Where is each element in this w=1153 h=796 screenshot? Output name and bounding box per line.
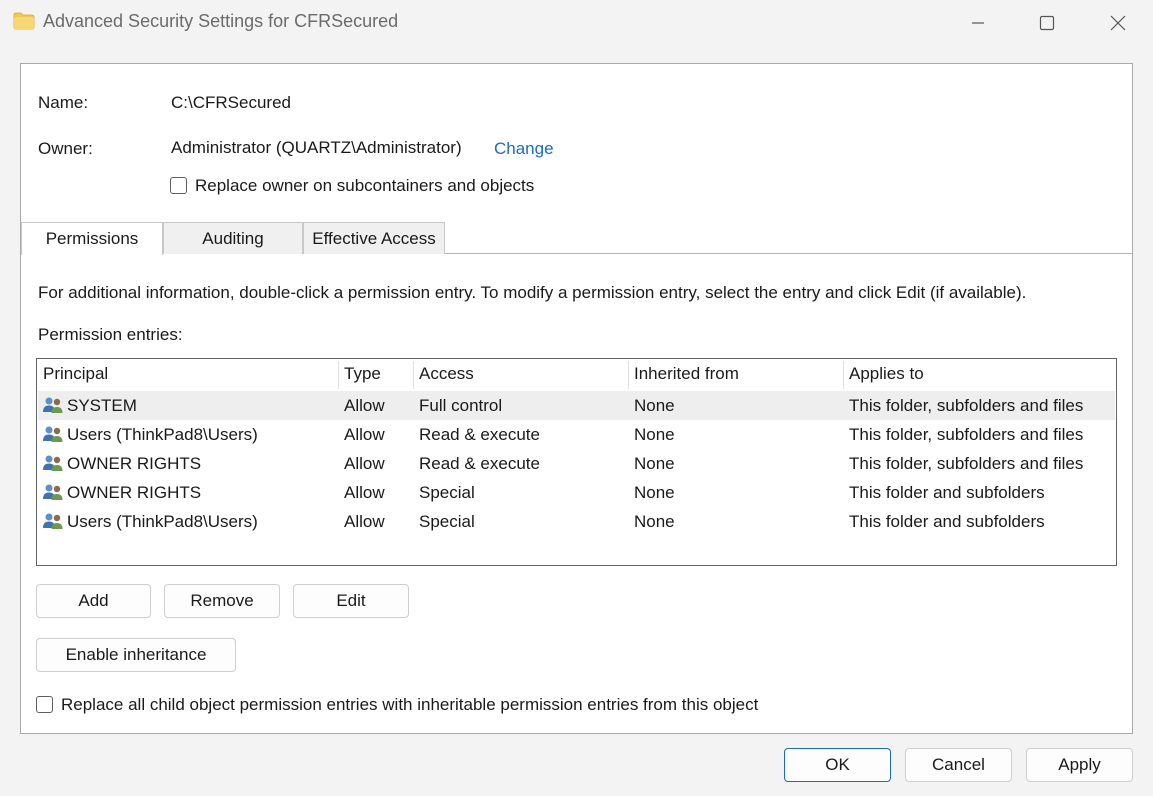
permission-entries-label: Permission entries: xyxy=(38,325,183,344)
applies-cell: This folder, subfolders and files xyxy=(849,396,1084,415)
close-button[interactable] xyxy=(1095,4,1141,42)
advanced-security-settings-window: Advanced Security Settings for CFRSecure… xyxy=(0,0,1153,796)
applies-cell: This folder, subfolders and files xyxy=(849,425,1084,444)
column-header-inherited-from[interactable]: Inherited from xyxy=(628,359,843,389)
add-button[interactable]: Add xyxy=(36,584,151,618)
principal-cell: OWNER RIGHTS xyxy=(67,483,202,502)
cancel-button[interactable]: Cancel xyxy=(905,748,1012,782)
tab-permissions[interactable]: Permissions xyxy=(21,222,163,255)
type-cell: Allow xyxy=(344,425,385,444)
apply-button[interactable]: Apply xyxy=(1026,748,1133,782)
close-icon xyxy=(1110,15,1126,31)
replace-child-permissions-label: Replace all child object permission entr… xyxy=(61,695,759,714)
table-row[interactable]: OWNER RIGHTS Allow Read & execute None T… xyxy=(38,449,1115,478)
table-row[interactable]: SYSTEM Allow Full control None This fold… xyxy=(38,391,1115,420)
inherited-cell: None xyxy=(634,454,675,473)
inherited-cell: None xyxy=(634,512,675,531)
table-row[interactable]: OWNER RIGHTS Allow Special None This fol… xyxy=(38,478,1115,507)
type-cell: Allow xyxy=(344,483,385,502)
edit-button[interactable]: Edit xyxy=(293,584,409,618)
minimize-button[interactable] xyxy=(955,4,1001,42)
column-header-type[interactable]: Type xyxy=(338,359,413,389)
window-title: Advanced Security Settings for CFRSecure… xyxy=(43,11,399,31)
users-group-icon xyxy=(43,397,63,413)
maximize-button[interactable] xyxy=(1024,4,1070,42)
inherited-cell: None xyxy=(634,483,675,502)
principal-cell: Users (ThinkPad8\Users) xyxy=(67,512,258,531)
minimize-icon xyxy=(972,22,984,24)
access-cell: Read & execute xyxy=(419,454,540,473)
inherited-cell: None xyxy=(634,425,675,444)
applies-cell: This folder and subfolders xyxy=(849,512,1045,531)
type-cell: Allow xyxy=(344,512,385,531)
maximize-icon xyxy=(1039,15,1055,31)
table-row[interactable]: Users (ThinkPad8\Users) Allow Special No… xyxy=(38,507,1115,536)
applies-cell: This folder and subfolders xyxy=(849,483,1045,502)
applies-cell: This folder, subfolders and files xyxy=(849,454,1084,473)
main-panel: Name: C:\CFRSecured Owner: Administrator… xyxy=(20,63,1133,734)
replace-owner-checkbox[interactable] xyxy=(170,177,187,194)
owner-label: Owner: xyxy=(38,139,93,158)
column-header-applies-to[interactable]: Applies to xyxy=(843,359,1113,389)
type-cell: Allow xyxy=(344,454,385,473)
folder-icon xyxy=(13,12,35,30)
principal-cell: SYSTEM xyxy=(67,396,137,415)
remove-button[interactable]: Remove xyxy=(164,584,280,618)
users-group-icon xyxy=(43,513,63,529)
inherited-cell: None xyxy=(634,396,675,415)
replace-owner-label: Replace owner on subcontainers and objec… xyxy=(195,176,535,195)
permissions-info-text: For additional information, double-click… xyxy=(38,283,1027,302)
name-value: C:\CFRSecured xyxy=(171,93,291,112)
users-group-icon xyxy=(43,455,63,471)
replace-child-permissions-checkbox[interactable] xyxy=(36,696,53,713)
ok-button[interactable]: OK xyxy=(784,748,891,782)
title-bar: Advanced Security Settings for CFRSecure… xyxy=(0,0,1153,46)
users-group-icon xyxy=(43,426,63,442)
enable-inheritance-button[interactable]: Enable inheritance xyxy=(36,638,236,672)
change-owner-link[interactable]: Change xyxy=(494,139,554,159)
column-header-principal[interactable]: Principal xyxy=(37,359,337,389)
principal-cell: Users (ThinkPad8\Users) xyxy=(67,425,258,444)
table-row[interactable]: Users (ThinkPad8\Users) Allow Read & exe… xyxy=(38,420,1115,449)
access-cell: Read & execute xyxy=(419,425,540,444)
access-cell: Full control xyxy=(419,396,503,415)
tab-effective-access[interactable]: Effective Access xyxy=(303,222,445,254)
column-header-access[interactable]: Access xyxy=(413,359,628,389)
owner-value: Administrator (QUARTZ\Administrator) xyxy=(171,138,462,157)
access-cell: Special xyxy=(419,483,475,502)
access-cell: Special xyxy=(419,512,475,531)
users-group-icon xyxy=(43,484,63,500)
principal-cell: OWNER RIGHTS xyxy=(67,454,202,473)
type-cell: Allow xyxy=(344,396,385,415)
permission-entries-list[interactable]: Principal Type Access Inherited from App… xyxy=(36,358,1117,566)
tab-auditing[interactable]: Auditing xyxy=(163,222,303,254)
name-label: Name: xyxy=(38,93,89,112)
